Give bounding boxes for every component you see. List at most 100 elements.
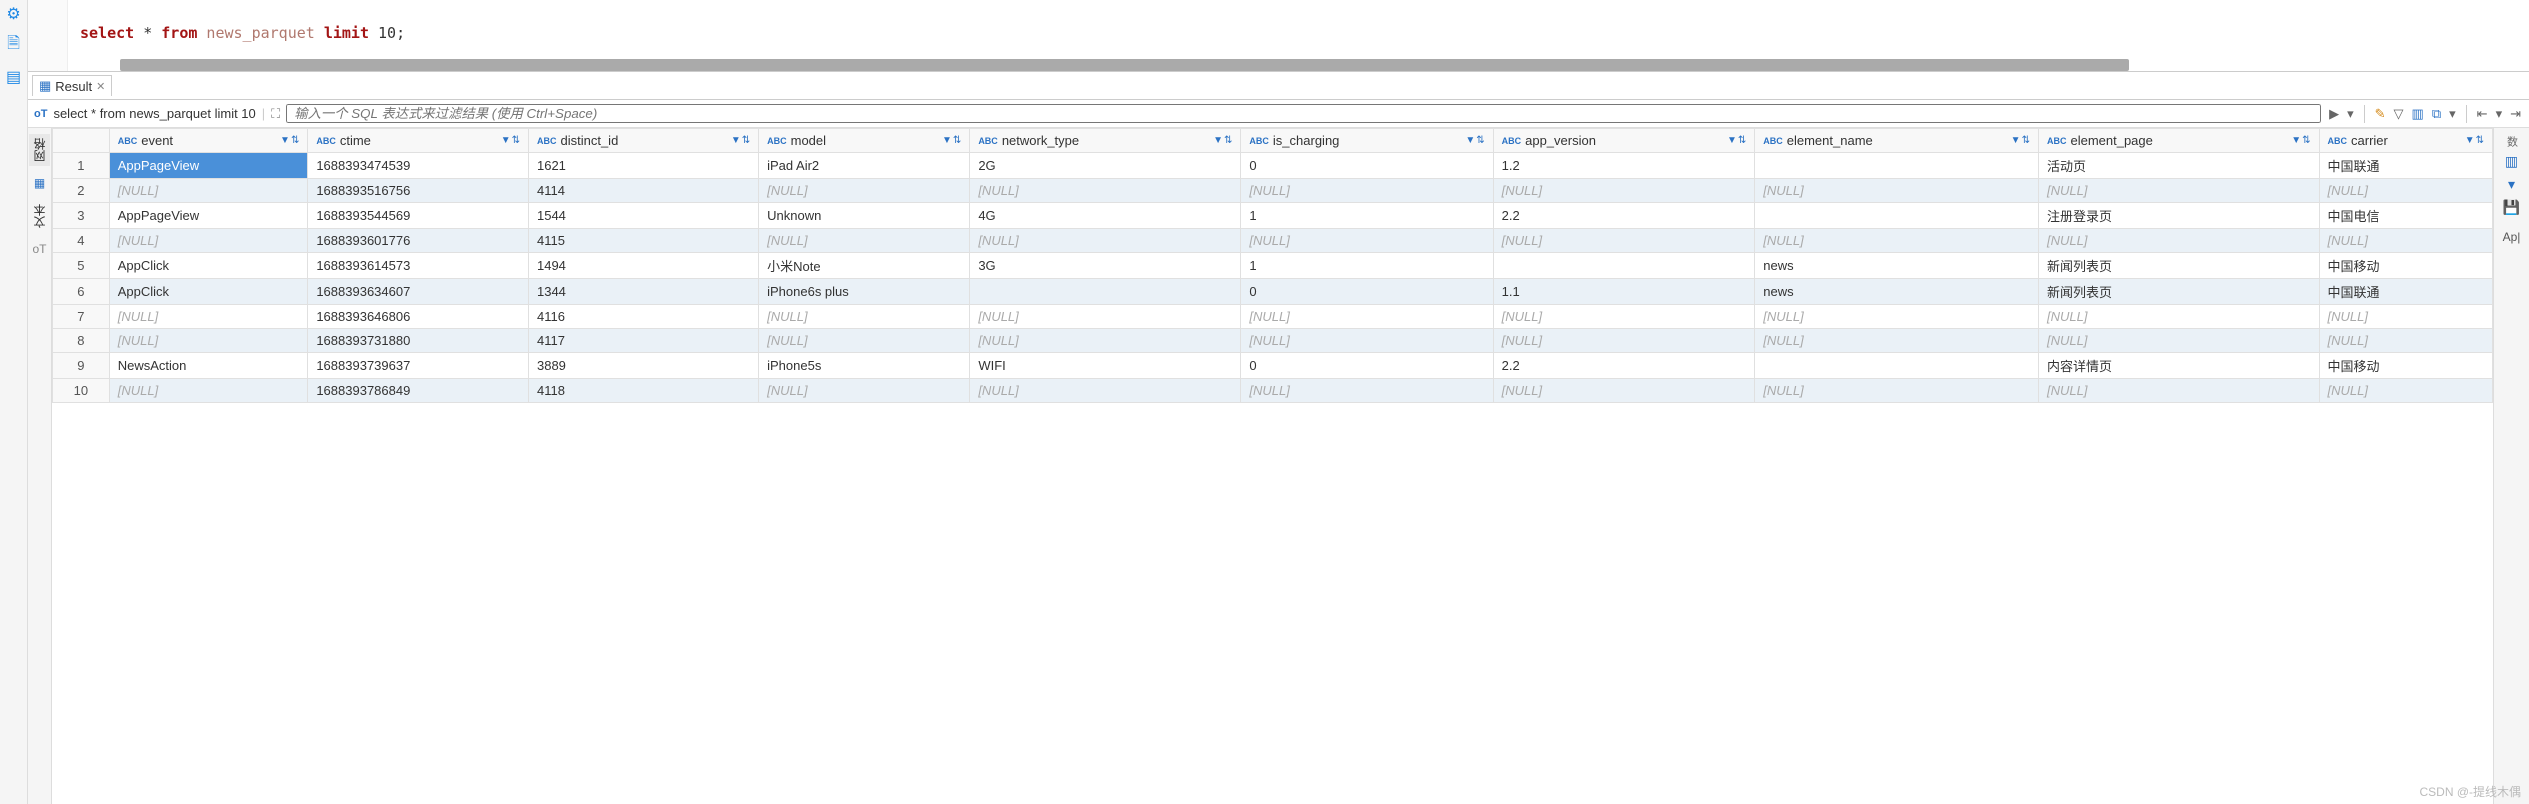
sort-icon[interactable]: ⇅ bbox=[1738, 135, 1746, 146]
table-row[interactable]: 7[NULL]16883936468064116[NULL][NULL][NUL… bbox=[53, 305, 2493, 329]
cell-is_charging[interactable]: [NULL] bbox=[1241, 329, 1493, 353]
cell-network_type[interactable]: [NULL] bbox=[970, 329, 1241, 353]
filter-icon[interactable]: ▼ bbox=[1213, 135, 1223, 146]
column-header-carrier[interactable]: ABCcarrier▼⇅ bbox=[2319, 129, 2492, 153]
play-icon[interactable]: ▶ bbox=[2327, 106, 2341, 122]
sort-icon[interactable]: ⇅ bbox=[1476, 135, 1484, 146]
column-header-element_page[interactable]: ABCelement_page▼⇅ bbox=[2038, 129, 2319, 153]
cell-ctime[interactable]: 1688393474539 bbox=[308, 153, 529, 179]
cell-event[interactable]: [NULL] bbox=[109, 379, 308, 403]
cell-model[interactable]: iPhone5s bbox=[759, 353, 970, 379]
row-number[interactable]: 1 bbox=[53, 153, 110, 179]
cell-app_version[interactable]: 1.1 bbox=[1493, 279, 1755, 305]
filter-icon[interactable]: ▼ bbox=[280, 135, 290, 146]
cell-network_type[interactable]: [NULL] bbox=[970, 379, 1241, 403]
cell-element_name[interactable]: [NULL] bbox=[1755, 179, 2039, 203]
cell-event[interactable]: AppPageView bbox=[109, 153, 308, 179]
cell-app_version[interactable]: [NULL] bbox=[1493, 379, 1755, 403]
cell-network_type[interactable]: WIFI bbox=[970, 353, 1241, 379]
cell-event[interactable]: [NULL] bbox=[109, 305, 308, 329]
cell-carrier[interactable]: 中国联通 bbox=[2319, 279, 2492, 305]
link-icon[interactable]: ⧉ bbox=[2430, 106, 2443, 122]
tab-grid[interactable]: 网格 bbox=[29, 134, 50, 166]
cell-distinct_id[interactable]: 1544 bbox=[528, 203, 758, 229]
column-header-event[interactable]: ABCevent▼⇅ bbox=[109, 129, 308, 153]
cell-model[interactable]: iPad Air2 bbox=[759, 153, 970, 179]
cell-event[interactable]: AppPageView bbox=[109, 203, 308, 229]
sort-icon[interactable]: ⇅ bbox=[742, 135, 750, 146]
cell-element_page[interactable]: 活动页 bbox=[2038, 153, 2319, 179]
column-header-app_version[interactable]: ABCapp_version▼⇅ bbox=[1493, 129, 1755, 153]
gear-icon[interactable]: ⚙ bbox=[6, 4, 20, 24]
row-number[interactable]: 3 bbox=[53, 203, 110, 229]
cell-distinct_id[interactable]: 4118 bbox=[528, 379, 758, 403]
filter-input[interactable] bbox=[286, 104, 2321, 123]
cell-event[interactable]: AppClick bbox=[109, 253, 308, 279]
table-row[interactable]: 4[NULL]16883936017764115[NULL][NULL][NUL… bbox=[53, 229, 2493, 253]
column-header-is_charging[interactable]: ABCis_charging▼⇅ bbox=[1241, 129, 1493, 153]
cell-element_page[interactable]: [NULL] bbox=[2038, 379, 2319, 403]
cell-ctime[interactable]: 1688393601776 bbox=[308, 229, 529, 253]
cell-ctime[interactable]: 1688393614573 bbox=[308, 253, 529, 279]
cell-ctime[interactable]: 1688393731880 bbox=[308, 329, 529, 353]
row-number[interactable]: 2 bbox=[53, 179, 110, 203]
save-icon[interactable]: 💾 bbox=[2503, 199, 2520, 216]
cell-carrier[interactable]: 中国移动 bbox=[2319, 253, 2492, 279]
cell-element_name[interactable]: news bbox=[1755, 253, 2039, 279]
cell-element_page[interactable]: 注册登录页 bbox=[2038, 203, 2319, 229]
cell-network_type[interactable]: 2G bbox=[970, 153, 1241, 179]
cell-element_page[interactable]: 新闻列表页 bbox=[2038, 253, 2319, 279]
cell-distinct_id[interactable]: 1494 bbox=[528, 253, 758, 279]
grid-view-icon[interactable]: ▦ bbox=[34, 176, 45, 190]
cell-model[interactable]: [NULL] bbox=[759, 379, 970, 403]
cell-network_type[interactable]: [NULL] bbox=[970, 179, 1241, 203]
cell-element_page[interactable]: [NULL] bbox=[2038, 229, 2319, 253]
filter-icon[interactable]: ▼ bbox=[1465, 135, 1475, 146]
table-row[interactable]: 3AppPageView16883935445691544Unknown4G12… bbox=[53, 203, 2493, 229]
sort-icon[interactable]: ⇅ bbox=[291, 135, 299, 146]
cell-app_version[interactable]: [NULL] bbox=[1493, 305, 1755, 329]
tab-text[interactable]: 文本 bbox=[29, 200, 50, 232]
dropdown3-icon[interactable]: ▾ bbox=[2494, 106, 2505, 122]
cell-network_type[interactable]: [NULL] bbox=[970, 229, 1241, 253]
row-number[interactable]: 7 bbox=[53, 305, 110, 329]
filter-icon[interactable]: ▼ bbox=[731, 135, 741, 146]
cell-distinct_id[interactable]: 4114 bbox=[528, 179, 758, 203]
cell-distinct_id[interactable]: 4116 bbox=[528, 305, 758, 329]
cell-element_page[interactable]: 内容详情页 bbox=[2038, 353, 2319, 379]
cell-app_version[interactable]: 2.2 bbox=[1493, 203, 1755, 229]
table-row[interactable]: 2[NULL]16883935167564114[NULL][NULL][NUL… bbox=[53, 179, 2493, 203]
result-tab[interactable]: ▦ Result ✕ bbox=[32, 75, 112, 96]
cell-carrier[interactable]: 中国电信 bbox=[2319, 203, 2492, 229]
cell-is_charging[interactable]: [NULL] bbox=[1241, 179, 1493, 203]
table-row[interactable]: 1AppPageView16883934745391621iPad Air22G… bbox=[53, 153, 2493, 179]
cell-carrier[interactable]: 中国联通 bbox=[2319, 153, 2492, 179]
cell-app_version[interactable]: [NULL] bbox=[1493, 329, 1755, 353]
cell-element_page[interactable]: [NULL] bbox=[2038, 329, 2319, 353]
panel-icon[interactable]: ▥ bbox=[2410, 106, 2426, 122]
column-header-network_type[interactable]: ABCnetwork_type▼⇅ bbox=[970, 129, 1241, 153]
sql-editor[interactable]: select * from news_parquet limit 10; bbox=[28, 0, 2529, 72]
cell-model[interactable]: [NULL] bbox=[759, 305, 970, 329]
cell-app_version[interactable]: 1.2 bbox=[1493, 153, 1755, 179]
edit-icon[interactable]: ✎ bbox=[2373, 106, 2388, 122]
cell-element_name[interactable]: [NULL] bbox=[1755, 229, 2039, 253]
table-row[interactable]: 8[NULL]16883937318804117[NULL][NULL][NUL… bbox=[53, 329, 2493, 353]
cell-distinct_id[interactable]: 3889 bbox=[528, 353, 758, 379]
results-grid[interactable]: ABCevent▼⇅ABCctime▼⇅ABCdistinct_id▼⇅ABCm… bbox=[52, 128, 2493, 804]
folder-icon[interactable]: ▤ bbox=[6, 67, 21, 87]
cell-element_name[interactable] bbox=[1755, 203, 2039, 229]
expand-icon[interactable]: ⛶ bbox=[271, 106, 280, 122]
sort-icon[interactable]: ⇅ bbox=[2476, 135, 2484, 146]
filter-icon[interactable]: ▼ bbox=[2291, 135, 2301, 146]
cell-is_charging[interactable]: 0 bbox=[1241, 353, 1493, 379]
row-number[interactable]: 6 bbox=[53, 279, 110, 305]
cell-element_name[interactable]: [NULL] bbox=[1755, 329, 2039, 353]
close-icon[interactable]: ✕ bbox=[96, 80, 105, 93]
cell-model[interactable]: iPhone6s plus bbox=[759, 279, 970, 305]
table-row[interactable]: 5AppClick16883936145731494小米Note3G1news新… bbox=[53, 253, 2493, 279]
cell-model[interactable]: [NULL] bbox=[759, 179, 970, 203]
cell-distinct_id[interactable]: 1344 bbox=[528, 279, 758, 305]
cell-ctime[interactable]: 1688393646806 bbox=[308, 305, 529, 329]
refresh-dropdown-icon[interactable]: ▾ bbox=[2508, 176, 2515, 193]
